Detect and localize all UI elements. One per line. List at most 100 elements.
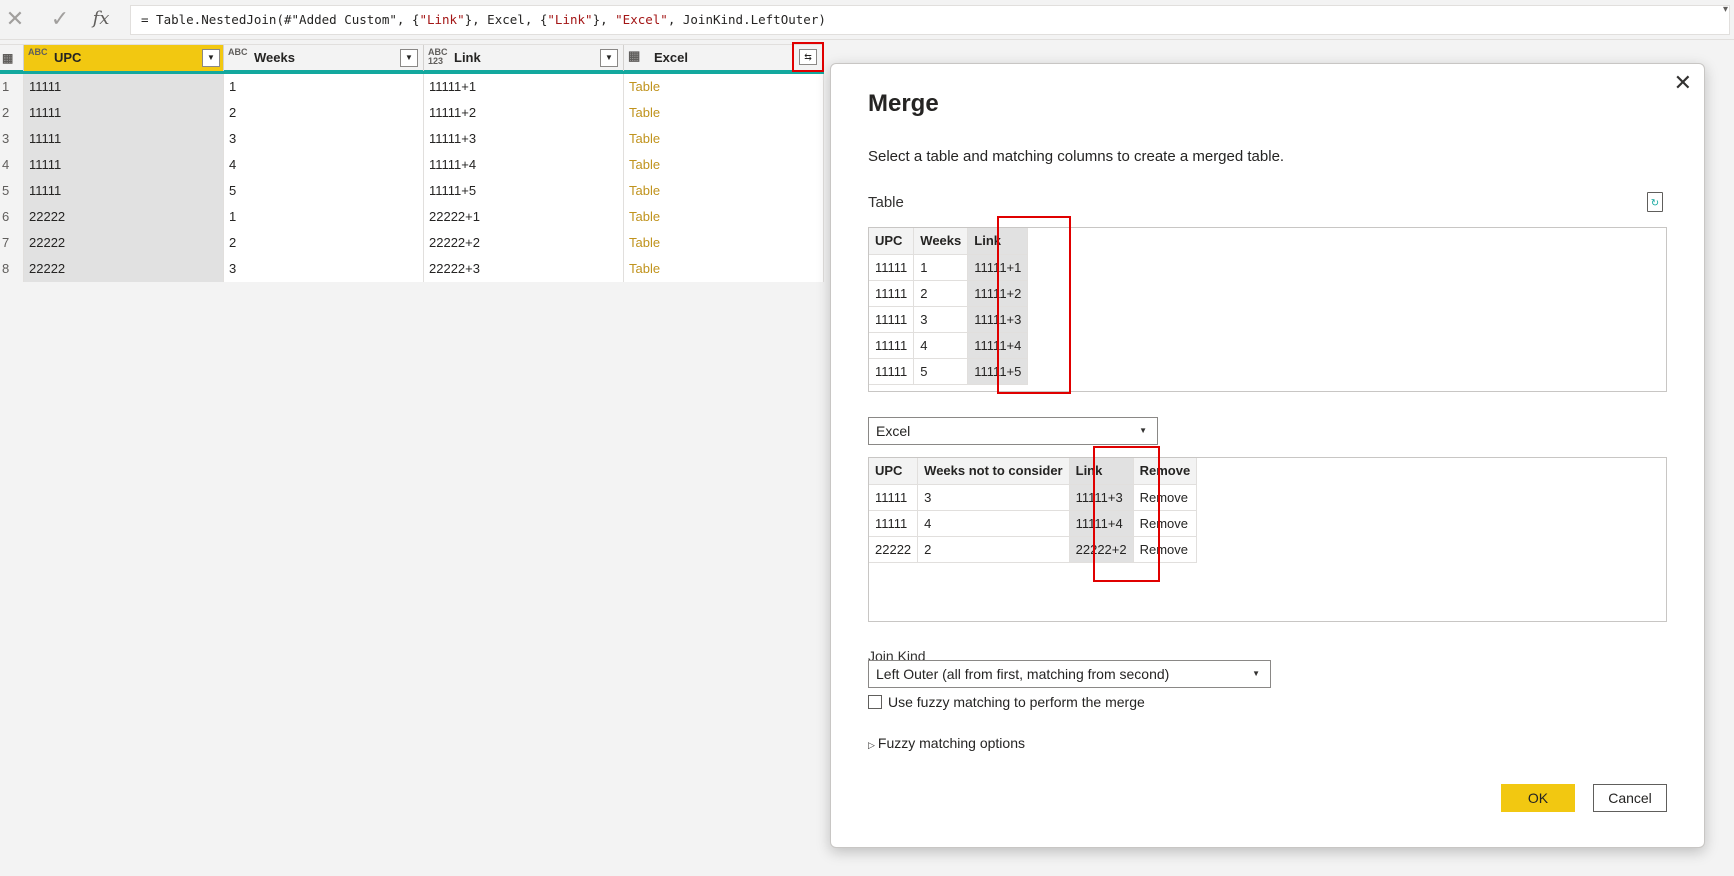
column-filter-link[interactable]: ▼ [600, 49, 618, 67]
column-header-link[interactable]: ABC 123 Link ▼ [424, 45, 624, 71]
table-row: 1 11111 1 11111+1 Table [0, 74, 824, 100]
table-cell[interactable]: 11111 [869, 484, 919, 511]
cell-excel[interactable]: Table [624, 256, 824, 282]
column-filter-upc[interactable]: ▼ [202, 49, 220, 67]
merge-dialog: ✕ Merge Select a table and matching colu… [830, 63, 1705, 848]
expand-triangle-icon: ▷ [868, 740, 875, 750]
cell-upc: 11111 [24, 152, 224, 178]
row-number: 6 [0, 204, 24, 230]
cell-excel[interactable]: Table [624, 74, 824, 100]
column-header[interactable]: UPC [869, 458, 919, 485]
cell-link: 11111+5 [424, 178, 624, 204]
cell-link: 11111+1 [424, 74, 624, 100]
join-kind-select[interactable]: Left Outer (all from first, matching fro… [868, 660, 1271, 688]
table-cell[interactable]: 11111 [869, 254, 915, 281]
second-table-select[interactable]: Excel ▼ [868, 417, 1158, 445]
grid-body: 1 11111 1 11111+1 Table 2 11111 2 11111+2 Table 3 1… [0, 74, 824, 282]
cell-excel[interactable]: Table [624, 126, 824, 152]
table-cell[interactable]: 11111 [869, 510, 919, 537]
dialog-description: Select a table and matching columns to c… [868, 148, 1285, 165]
cell-link: 22222+3 [424, 256, 624, 282]
table-cell[interactable]: 22222 [869, 536, 919, 563]
cell-weeks: 2 [224, 230, 424, 256]
column-header-upc[interactable]: ABC UPC ▼ [24, 45, 224, 71]
any-type-icon[interactable]: ABC 123 [428, 48, 450, 66]
cell-weeks: 3 [224, 126, 424, 152]
data-grid: ▦ ABC UPC ▼ ABC Weeks ▼ ABC 123 Link ▼ ▦… [0, 42, 824, 282]
table-cell[interactable]: 1 [913, 254, 969, 281]
cell-link: 22222+2 [424, 230, 624, 256]
cell-link: 22222+1 [424, 204, 624, 230]
table-cell[interactable]: 11111 [869, 306, 915, 333]
row-number: 2 [0, 100, 24, 126]
cell-excel[interactable]: Table [624, 100, 824, 126]
cell-weeks: 4 [224, 152, 424, 178]
fx-icon[interactable]: fx [88, 6, 114, 32]
column-filter-weeks[interactable]: ▼ [400, 49, 418, 67]
column-header[interactable]: UPC [869, 228, 915, 255]
cell-weeks: 1 [224, 74, 424, 100]
cell-excel[interactable]: Table [624, 152, 824, 178]
cell-upc: 22222 [24, 204, 224, 230]
cell-upc: 22222 [24, 256, 224, 282]
table-row: 7 22222 2 22222+2 Table [0, 230, 824, 256]
table-cell[interactable]: 4 [913, 332, 969, 359]
table-type-icon[interactable]: ▦ [628, 49, 650, 62]
checkbox-icon[interactable] [868, 695, 882, 709]
table-cell[interactable]: 2 [917, 536, 1070, 563]
cell-upc: 11111 [24, 74, 224, 100]
table-row: 4 11111 4 11111+4 Table [0, 152, 824, 178]
cell-link: 11111+3 [424, 126, 624, 152]
text-type-icon[interactable]: ABC [28, 48, 50, 57]
cell-weeks: 2 [224, 100, 424, 126]
expand-formula-icon[interactable]: ▾ [1723, 4, 1728, 15]
table-row: 2 11111 2 11111+2 Table [0, 100, 824, 126]
row-number: 7 [0, 230, 24, 256]
cell-weeks: 5 [224, 178, 424, 204]
cell-upc: 11111 [24, 100, 224, 126]
table-cell[interactable]: 4 [917, 510, 1070, 537]
cell-weeks: 3 [224, 256, 424, 282]
column-header[interactable]: Weeks not to consider [917, 458, 1070, 485]
table-cell[interactable]: 11111 [869, 332, 915, 359]
table-menu-icon[interactable]: ▦ [0, 45, 24, 71]
fuzzy-matching-checkbox[interactable]: Use fuzzy matching to perform the merge [868, 694, 1145, 710]
grid-header: ▦ ABC UPC ▼ ABC Weeks ▼ ABC 123 Link ▼ ▦… [0, 42, 824, 74]
confirm-formula-icon[interactable]: ✓ [47, 6, 73, 32]
cell-link: 11111+4 [424, 152, 624, 178]
cell-upc: 11111 [24, 178, 224, 204]
table-row: 8 22222 3 22222+3 Table [0, 256, 824, 282]
fuzzy-matching-options-toggle[interactable]: ▷ Fuzzy matching options [868, 735, 1025, 751]
dialog-title: Merge [868, 90, 939, 117]
table-cell[interactable]: 5 [913, 358, 969, 385]
cancel-button[interactable]: Cancel [1593, 784, 1667, 812]
close-icon[interactable]: ✕ [1674, 68, 1692, 98]
table-cell[interactable]: 3 [913, 306, 969, 333]
table-cell[interactable]: 11111 [869, 358, 915, 385]
expand-column-button[interactable]: ⇆ [792, 42, 824, 72]
row-number: 5 [0, 178, 24, 204]
cell-upc: 22222 [24, 230, 224, 256]
table-cell[interactable]: 2 [913, 280, 969, 307]
selected-column-highlight [1093, 446, 1160, 582]
table-cell[interactable]: 11111 [869, 280, 915, 307]
column-header[interactable]: Weeks [913, 228, 969, 255]
cancel-formula-icon[interactable]: ✕ [2, 6, 28, 32]
row-number: 1 [0, 74, 24, 100]
column-header-weeks[interactable]: ABC Weeks ▼ [224, 45, 424, 71]
formula-input[interactable]: = Table.NestedJoin(#"Added Custom", {"Li… [130, 5, 1730, 35]
second-table-preview: UPC Weeks not to consider Link Remove 11111 3… [868, 457, 1667, 622]
cell-excel[interactable]: Table [624, 230, 824, 256]
chevron-down-icon: ▼ [1139, 426, 1147, 435]
cell-excel[interactable]: Table [624, 178, 824, 204]
refresh-preview-icon[interactable]: ↻ [1647, 192, 1663, 212]
table-cell[interactable]: 3 [917, 484, 1070, 511]
table-row: 5 11111 5 11111+5 Table [0, 178, 824, 204]
row-number: 8 [0, 256, 24, 282]
cell-excel[interactable]: Table [624, 204, 824, 230]
ok-button[interactable]: OK [1501, 784, 1575, 812]
expand-icon: ⇆ [799, 49, 817, 65]
cell-upc: 11111 [24, 126, 224, 152]
text-type-icon[interactable]: ABC [228, 48, 250, 57]
row-number: 3 [0, 126, 24, 152]
